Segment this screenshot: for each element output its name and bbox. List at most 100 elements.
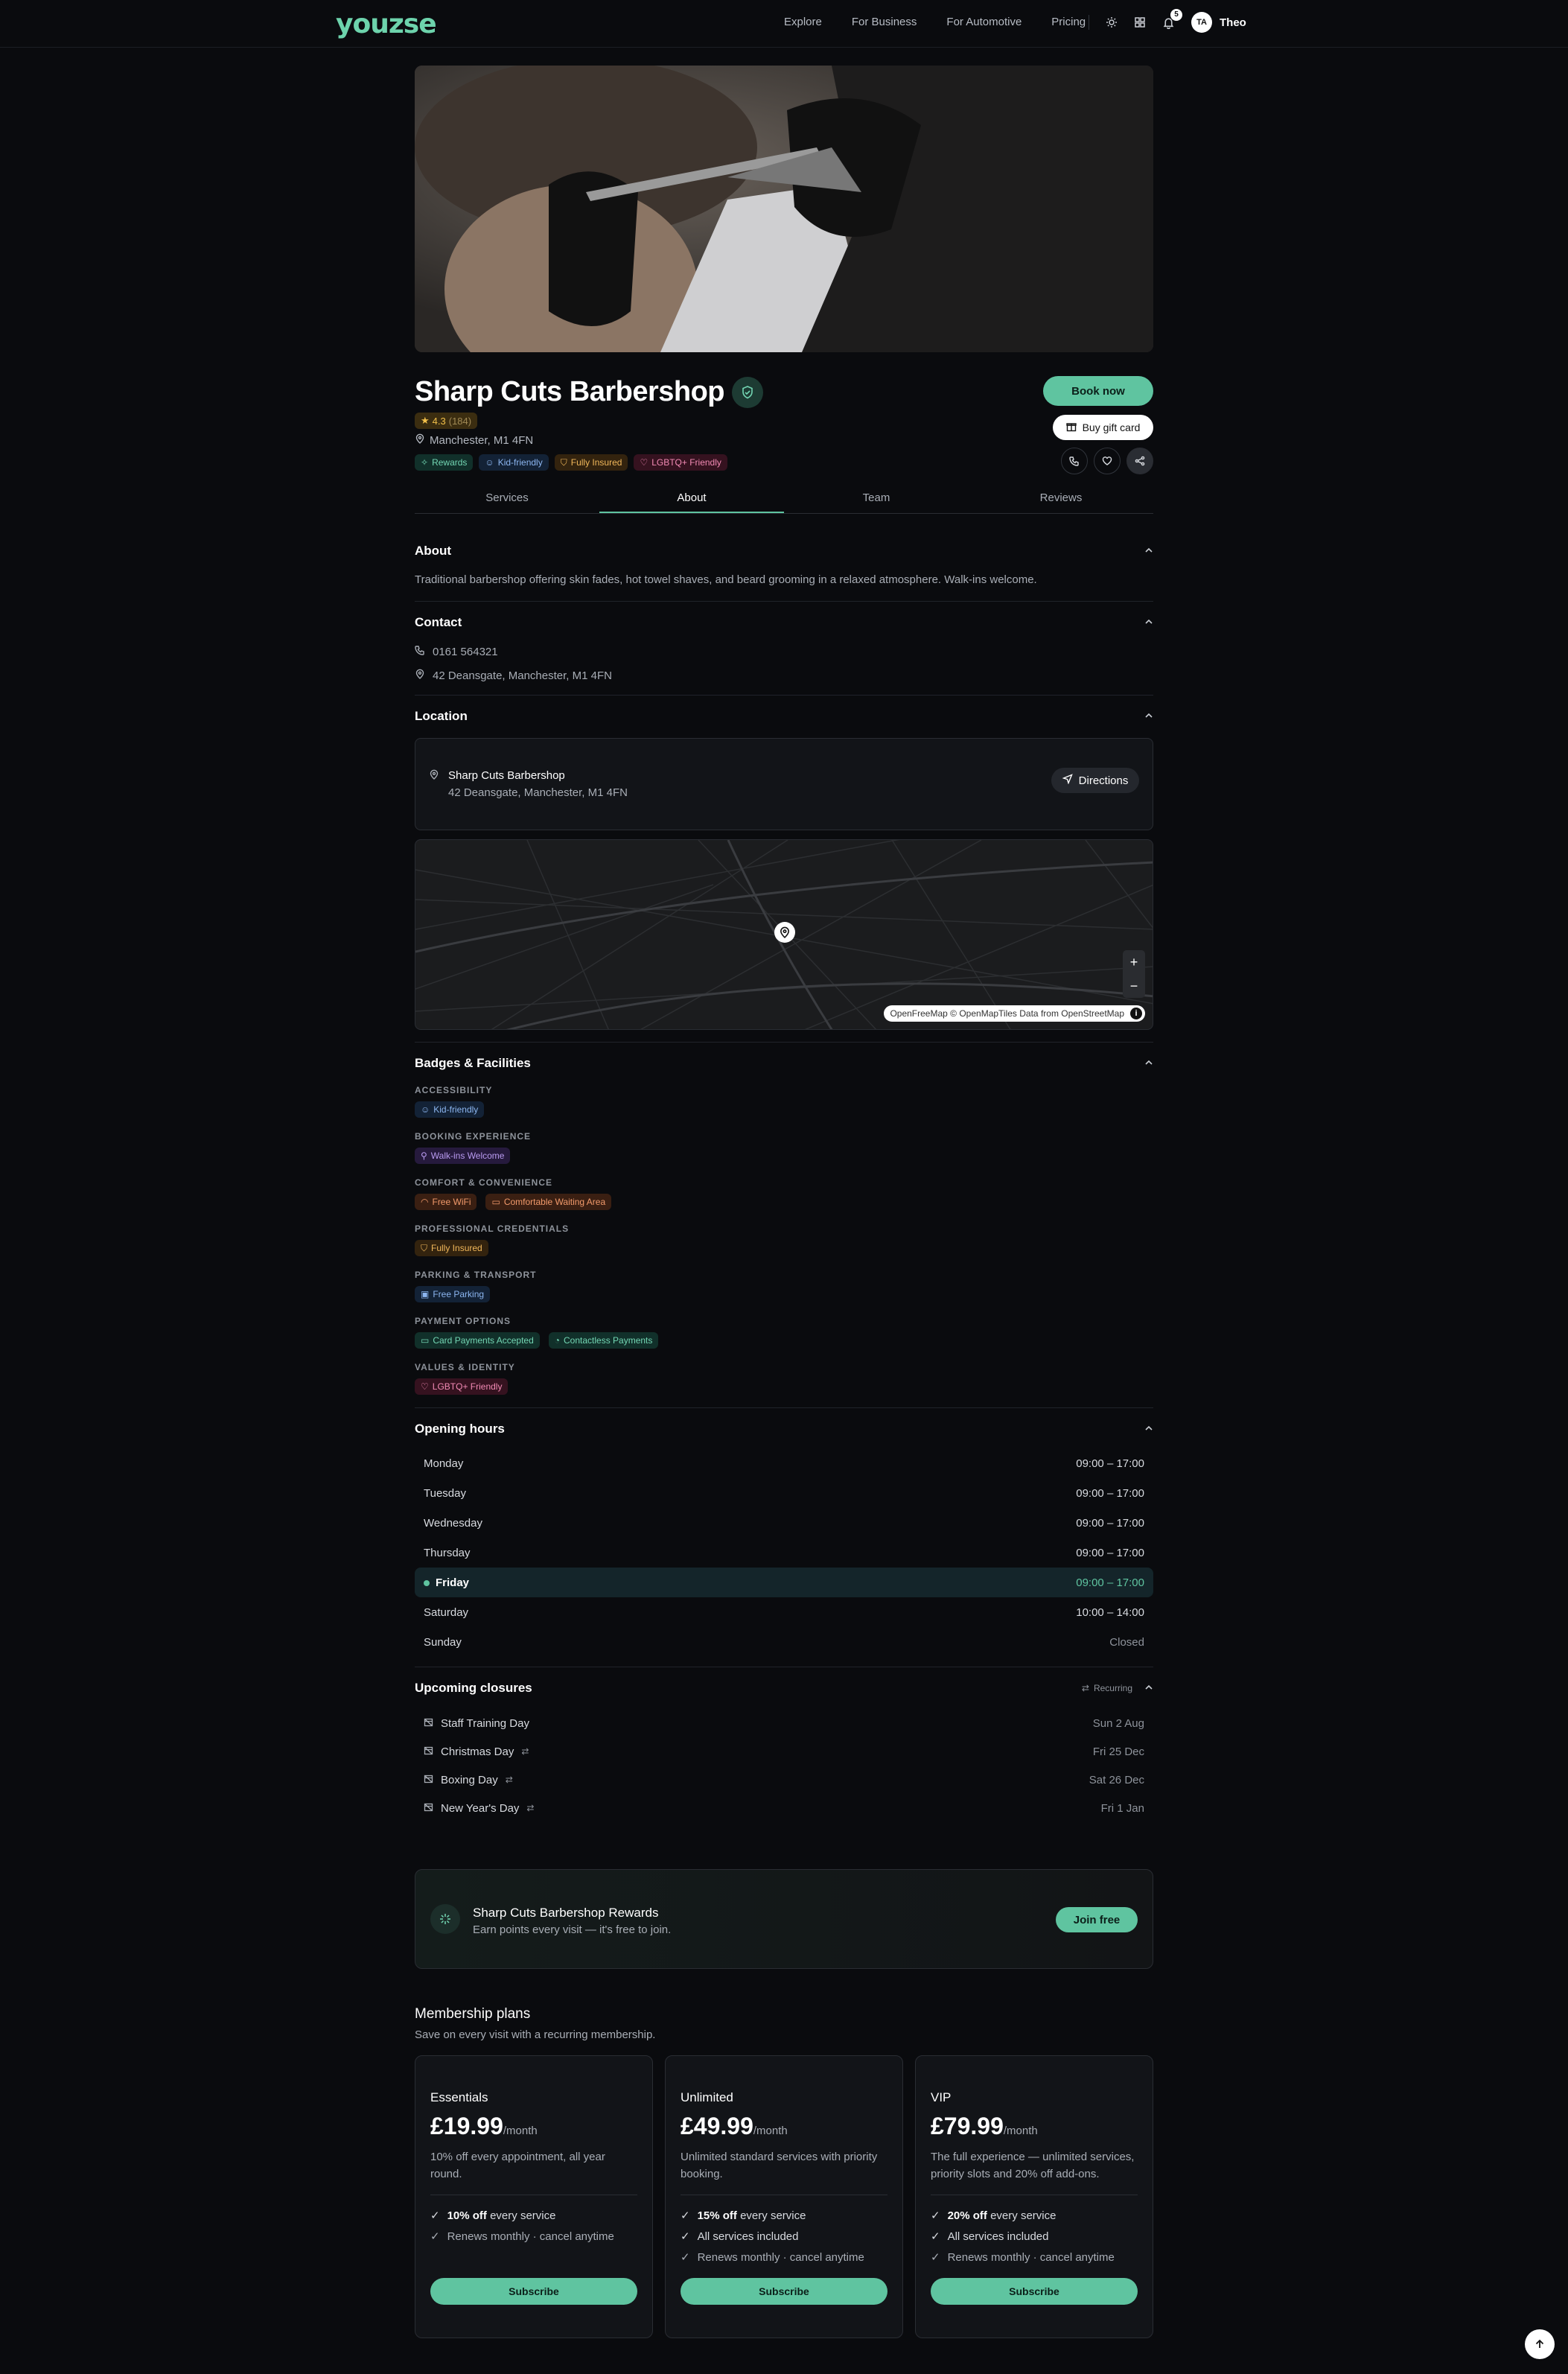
tab-about[interactable]: About bbox=[599, 487, 784, 513]
subscribe-button[interactable]: Subscribe bbox=[430, 2278, 637, 2305]
favourite-button[interactable] bbox=[1094, 448, 1121, 474]
contact-section-header[interactable]: Contact bbox=[415, 615, 1153, 630]
badge-group-title: COMFORT & CONVENIENCE bbox=[415, 1177, 553, 1188]
closures-section-header[interactable]: Upcoming closures ⇄ Recurring bbox=[415, 1681, 1153, 1696]
hours-section-header[interactable]: Opening hours bbox=[415, 1422, 1153, 1436]
business-location: Manchester, M1 4FN bbox=[415, 433, 533, 447]
badge-group-payment: PAYMENT OPTIONS ▭ Card Payments Accepted … bbox=[415, 1316, 659, 1349]
chevron-up-icon bbox=[1144, 615, 1153, 630]
contact-phone[interactable]: 0161 564321 bbox=[415, 645, 498, 658]
call-button[interactable] bbox=[1061, 448, 1088, 474]
nav-link-explore[interactable]: Explore bbox=[784, 16, 822, 28]
day-label: Monday bbox=[424, 1457, 464, 1470]
tag-kid-friendly: ☺ Kid-friendly bbox=[479, 454, 549, 471]
share-icon bbox=[1135, 456, 1145, 466]
closure-date: Sat 26 Dec bbox=[1089, 1773, 1144, 1786]
user-name[interactable]: Theo bbox=[1220, 16, 1246, 29]
hours-row-sunday: Sunday Closed bbox=[415, 1627, 1153, 1657]
badges-section-header[interactable]: Badges & Facilities bbox=[415, 1056, 1153, 1071]
tag-label: Kid-friendly bbox=[497, 457, 543, 468]
hours-row-wednesday: Wednesday 09:00 – 17:00 bbox=[415, 1508, 1153, 1538]
about-section-header[interactable]: About bbox=[415, 544, 1153, 559]
badge-free-parking: ▣ Free Parking bbox=[415, 1286, 491, 1302]
grid-icon[interactable] bbox=[1134, 16, 1146, 28]
location-section-header[interactable]: Location bbox=[415, 709, 1153, 724]
arrow-up-icon bbox=[1535, 2339, 1544, 2348]
section-tabs: Services About Team Reviews bbox=[415, 487, 1153, 514]
closure-name: Boxing Day bbox=[441, 1773, 498, 1786]
avatar[interactable]: TA bbox=[1191, 12, 1212, 33]
rewards-card: Sharp Cuts Barbershop Rewards Earn point… bbox=[415, 1869, 1153, 1969]
nav-link-for-business[interactable]: For Business bbox=[852, 16, 917, 28]
badge-group-credentials: PROFESSIONAL CREDENTIALS ⛉ Fully Insured bbox=[415, 1223, 569, 1256]
review-count: (184) bbox=[448, 415, 472, 427]
subscribe-button[interactable]: Subscribe bbox=[931, 2278, 1138, 2305]
buy-gift-card-button[interactable]: Buy gift card bbox=[1053, 415, 1153, 440]
plan-feature: ✓ 20% off every service bbox=[931, 2205, 1115, 2226]
plan-card-vip: VIP £79.99/month The full experience — u… bbox=[915, 2055, 1153, 2338]
contact-heading: Contact bbox=[415, 615, 462, 629]
badge-waiting-area: ▭ Comfortable Waiting Area bbox=[485, 1194, 612, 1210]
location-address: 42 Deansgate, Manchester, M1 4FN bbox=[448, 786, 628, 799]
badge-group-title: PAYMENT OPTIONS bbox=[415, 1316, 511, 1326]
plan-features: ✓ 15% off every service ✓ All services inc… bbox=[681, 2205, 864, 2268]
map-pin-icon bbox=[415, 669, 425, 682]
quick-actions bbox=[1061, 448, 1153, 474]
nav-icons: 5 TA Theo bbox=[1089, 8, 1246, 33]
tab-reviews[interactable]: Reviews bbox=[969, 487, 1153, 513]
hours-value: 09:00 – 17:00 bbox=[1076, 1457, 1144, 1470]
chevron-up-icon bbox=[1144, 544, 1153, 559]
chevron-up-icon bbox=[1144, 1056, 1153, 1071]
contact-address[interactable]: 42 Deansgate, Manchester, M1 4FN bbox=[415, 669, 612, 682]
plan-feature: ✓ Renews monthly · cancel anytime bbox=[681, 2247, 864, 2268]
hours-value: 10:00 – 14:00 bbox=[1076, 1606, 1144, 1619]
today-indicator-dot bbox=[424, 1579, 430, 1586]
wifi-icon: ◠ bbox=[421, 1197, 429, 1207]
tab-team[interactable]: Team bbox=[784, 487, 969, 513]
zoom-out-button[interactable]: − bbox=[1123, 974, 1145, 998]
closure-date: Fri 1 Jan bbox=[1100, 1801, 1144, 1815]
badge-group-title: PROFESSIONAL CREDENTIALS bbox=[415, 1223, 570, 1234]
hours-row-monday: Monday 09:00 – 17:00 bbox=[415, 1448, 1153, 1478]
bell-icon[interactable]: 5 bbox=[1162, 8, 1182, 29]
nav-link-for-automotive[interactable]: For Automotive bbox=[946, 16, 1022, 28]
subscribe-button[interactable]: Subscribe bbox=[681, 2278, 887, 2305]
closure-row: Staff Training Day Sun 2 Aug bbox=[415, 1709, 1153, 1737]
scroll-to-top-button[interactable] bbox=[1525, 2329, 1555, 2359]
nav-link-pricing[interactable]: Pricing bbox=[1051, 16, 1086, 28]
zoom-in-button[interactable]: + bbox=[1123, 950, 1145, 974]
join-free-button[interactable]: Join free bbox=[1056, 1907, 1138, 1932]
map-pin-icon bbox=[429, 769, 439, 783]
map-attribution[interactable]: OpenFreeMap © OpenMapTiles Data from Ope… bbox=[884, 1005, 1145, 1022]
calendar-off-icon bbox=[424, 1717, 433, 1730]
map-marker-icon[interactable] bbox=[774, 922, 795, 943]
sun-icon[interactable] bbox=[1106, 16, 1118, 28]
badge-group-title: ACCESSIBILITY bbox=[415, 1085, 493, 1095]
book-now-button[interactable]: Book now bbox=[1043, 376, 1153, 406]
day-label: Saturday bbox=[424, 1606, 469, 1619]
rating-badge[interactable]: ★ 4.3 (184) bbox=[415, 413, 478, 429]
info-icon[interactable]: i bbox=[1130, 1008, 1142, 1019]
gift-label: Buy gift card bbox=[1082, 421, 1141, 433]
tag-label: Rewards bbox=[432, 457, 468, 468]
membership-subheading: Save on every visit with a recurring mem… bbox=[415, 2028, 656, 2041]
plan-feature: ✓ All services included bbox=[681, 2226, 864, 2247]
badge-label: Walk-ins Welcome bbox=[430, 1151, 505, 1161]
chevron-up-icon bbox=[1144, 709, 1153, 724]
navigation-arrow-icon bbox=[1062, 774, 1073, 787]
badge-free-wifi: ◠ Free WiFi bbox=[415, 1194, 477, 1210]
brand-logo[interactable]: youzse bbox=[336, 9, 437, 39]
plan-price: £79.99/month bbox=[931, 2113, 1038, 2140]
day-label: Wednesday bbox=[424, 1516, 482, 1530]
share-button[interactable] bbox=[1126, 448, 1153, 474]
feature-highlight: 20% off bbox=[947, 2209, 987, 2222]
sparkle-icon bbox=[430, 1904, 460, 1934]
plan-feature: ✓ Renews monthly · cancel anytime bbox=[430, 2226, 614, 2247]
directions-button[interactable]: Directions bbox=[1051, 768, 1139, 793]
map-view[interactable]: + − OpenFreeMap © OpenMapTiles Data from… bbox=[415, 839, 1153, 1030]
hours-value: Closed bbox=[1109, 1635, 1144, 1649]
page-title: Sharp Cuts Barbershop bbox=[415, 376, 725, 407]
tab-services[interactable]: Services bbox=[415, 487, 599, 513]
rating-value: 4.3 bbox=[432, 415, 446, 427]
plan-price: £19.99/month bbox=[430, 2113, 538, 2140]
